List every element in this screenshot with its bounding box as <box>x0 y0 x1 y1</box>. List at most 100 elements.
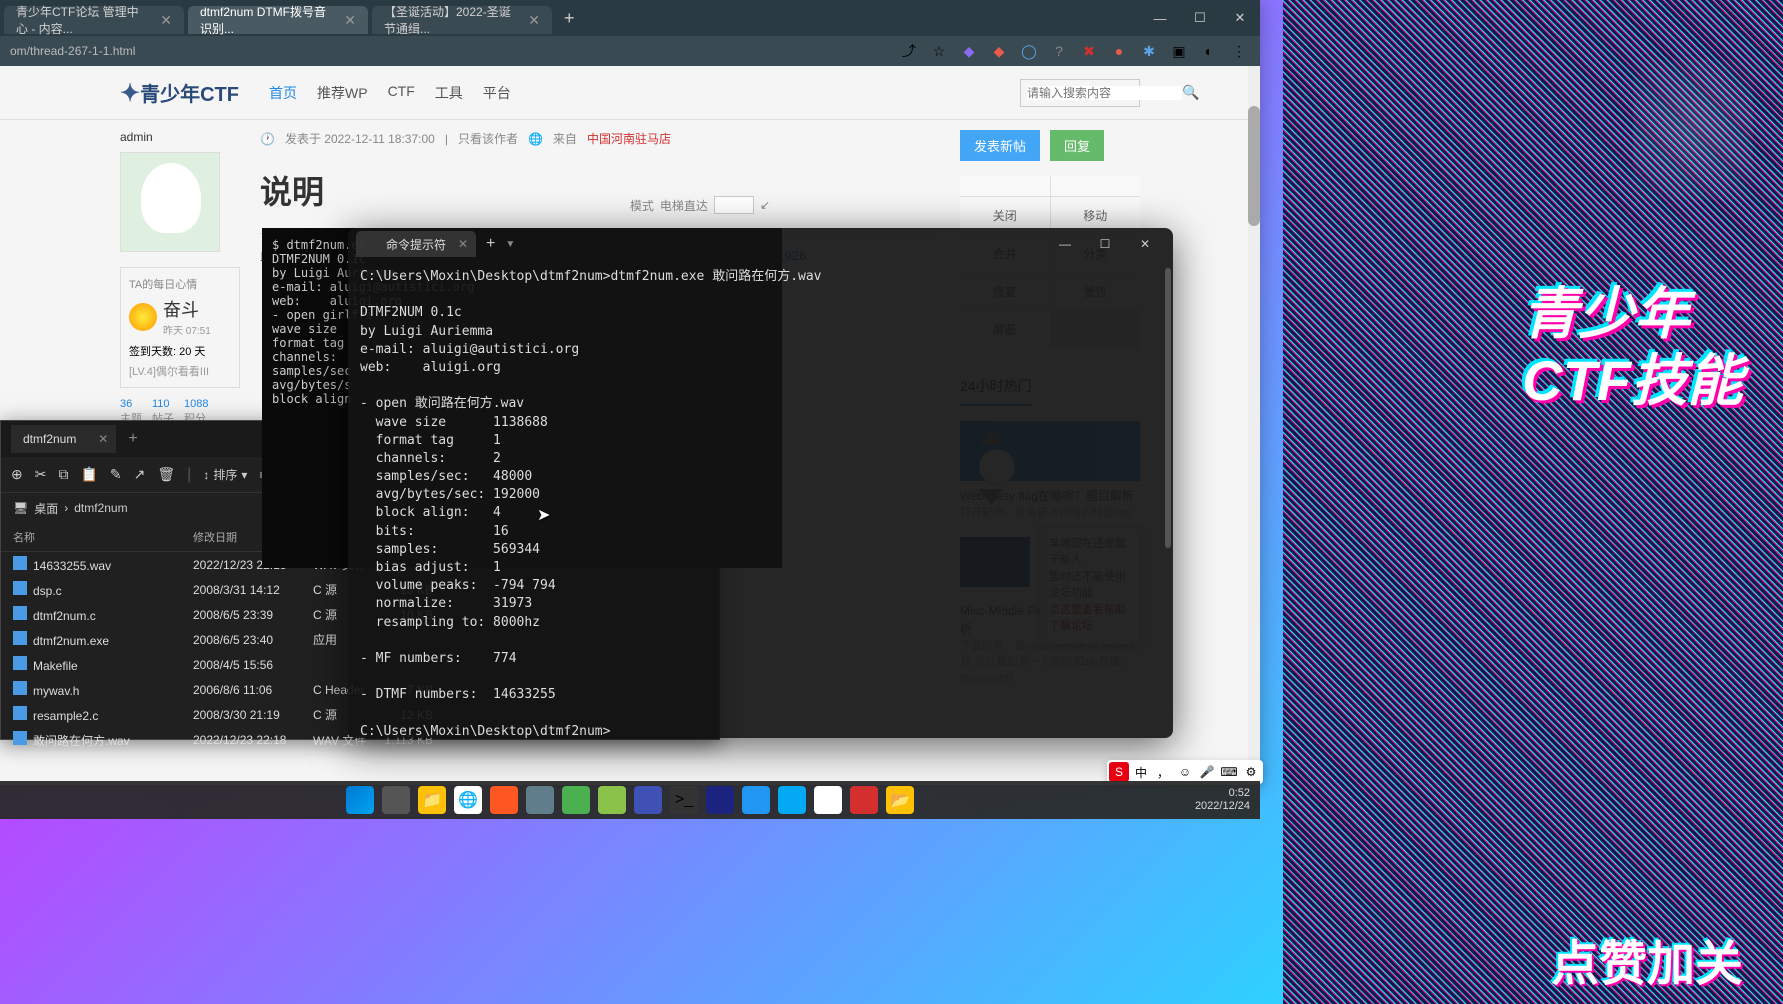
extension-icon[interactable]: ◯ <box>1018 40 1040 62</box>
ime-logo[interactable]: S <box>1109 762 1129 782</box>
extension-icon[interactable]: ✱ <box>1138 40 1160 62</box>
file-icon <box>13 606 27 620</box>
profile-icon[interactable]: ◐ <box>1198 40 1220 62</box>
avatar[interactable] <box>120 152 220 252</box>
ime-voice-icon[interactable]: 🎤 <box>1197 762 1217 782</box>
url-field[interactable]: om/thread-267-1-1.html <box>10 44 898 58</box>
scrollbar-thumb[interactable] <box>1165 268 1171 548</box>
delete-icon[interactable]: 🗑 <box>157 466 175 483</box>
app-icon[interactable] <box>598 786 626 814</box>
share-icon[interactable]: ⤴ <box>898 40 920 62</box>
extension-icon[interactable]: ? <box>1048 40 1070 62</box>
desktop-icon: 🖥 <box>13 501 28 515</box>
notepad-icon[interactable] <box>778 786 806 814</box>
app-icon[interactable] <box>814 786 842 814</box>
cut-icon[interactable]: ✂ <box>35 466 47 483</box>
reply-button[interactable]: 回复 <box>1050 130 1104 161</box>
file-icon <box>13 631 27 645</box>
file-icon <box>13 656 27 670</box>
browser-tab-0[interactable]: 青少年CTF论坛 管理中心 - 内容... ✕ <box>4 6 184 34</box>
nav-platform[interactable]: 平台 <box>483 83 511 103</box>
search-icon[interactable]: 🔍 <box>1182 84 1199 101</box>
start-button[interactable] <box>346 786 374 814</box>
floor-input[interactable] <box>714 196 754 214</box>
browser-tab-2[interactable]: 【圣诞活动】2022-圣诞节通缉... ✕ <box>372 6 552 34</box>
taskview-icon[interactable] <box>382 786 410 814</box>
app-icon[interactable]: 📂 <box>886 786 914 814</box>
mood-icon <box>129 303 157 331</box>
maximize-button[interactable]: ☐ <box>1085 228 1125 260</box>
ime-lang[interactable]: 中 <box>1131 762 1151 782</box>
ime-keyboard-icon[interactable]: ⌨ <box>1219 762 1239 782</box>
new-tab-button[interactable]: + <box>476 235 505 253</box>
explorer-tab[interactable]: dtmf2num ✕ <box>11 425 116 453</box>
address-bar: om/thread-267-1-1.html ⤴ ☆ ◆ ◆ ◯ ? ✖ ● ✱… <box>0 36 1260 66</box>
app-icon[interactable] <box>634 786 662 814</box>
terminal-tab[interactable]: 命令提示符 ✕ <box>356 231 476 257</box>
promo-bottom: 点赞加关 <box>1551 924 1743 994</box>
nav-wp[interactable]: 推荐WP <box>317 83 368 103</box>
sidebar-icon[interactable]: ▣ <box>1168 40 1190 62</box>
side-action[interactable] <box>1051 176 1141 196</box>
share-icon[interactable]: ↗ <box>134 466 146 483</box>
extension-icon[interactable]: ● <box>1108 40 1130 62</box>
nav-ctf[interactable]: CTF <box>388 83 415 103</box>
file-icon <box>13 581 27 595</box>
rename-icon[interactable]: ✎ <box>110 466 122 483</box>
paste-icon[interactable]: 📋 <box>80 466 97 483</box>
app-icon[interactable] <box>526 786 554 814</box>
tab-dropdown-icon[interactable]: ▼ <box>505 239 515 250</box>
wechat-icon[interactable] <box>562 786 590 814</box>
go-icon[interactable]: ↙ <box>760 198 770 212</box>
new-tab-button[interactable]: + <box>116 430 149 448</box>
nav-home[interactable]: 首页 <box>269 83 297 103</box>
app-icon[interactable] <box>850 786 878 814</box>
ime-settings-icon[interactable]: ⚙ <box>1241 762 1261 782</box>
close-icon[interactable]: ✕ <box>458 237 468 251</box>
terminal-icon[interactable]: >_ <box>670 786 698 814</box>
terminal-output[interactable]: C:\Users\Moxin\Desktop\dtmf2num>dtmf2num… <box>348 260 1173 749</box>
extension-icon[interactable]: ◆ <box>988 40 1010 62</box>
new-post-button[interactable]: 发表新帖 <box>960 130 1040 161</box>
close-button[interactable]: ✕ <box>1125 228 1165 260</box>
ime-punct-icon[interactable]: ， <box>1153 762 1173 782</box>
scrollbar-thumb[interactable] <box>1248 106 1260 226</box>
extension-icon[interactable]: ✖ <box>1078 40 1100 62</box>
mood-box: TA的每日心情 奋斗 昨天 07:51 签到天数: 20 天 [LV.4]偶尔看… <box>120 267 240 388</box>
minimize-button[interactable]: — <box>1140 0 1180 36</box>
new-tab-button[interactable]: + <box>552 8 587 29</box>
scrollbar[interactable] <box>1248 66 1260 785</box>
steam-icon[interactable] <box>706 786 734 814</box>
file-icon <box>13 681 27 695</box>
sort-button[interactable]: ↕ 排序 ▾ <box>203 466 247 483</box>
explorer-icon[interactable]: 📁 <box>418 786 446 814</box>
author-name[interactable]: admin <box>120 130 240 144</box>
side-action[interactable] <box>960 176 1050 196</box>
copy-icon[interactable]: ⧉ <box>58 466 68 483</box>
site-logo[interactable]: ✦青少年CTF <box>120 78 239 108</box>
file-icon <box>13 706 27 720</box>
close-icon[interactable]: ✕ <box>528 12 540 29</box>
clock-icon: 🕐 <box>260 132 275 146</box>
search-input[interactable] <box>1027 86 1182 100</box>
star-icon[interactable]: ☆ <box>928 40 950 62</box>
ime-emoji-icon[interactable]: ☺ <box>1175 762 1195 782</box>
extension-icon[interactable]: ◆ <box>958 40 980 62</box>
close-button[interactable]: ✕ <box>1220 0 1260 36</box>
close-icon[interactable]: ✕ <box>98 432 108 446</box>
browser-tab-1[interactable]: dtmf2num DTMF拨号音识别... ✕ <box>188 6 368 34</box>
promo-text: 青少年 CTF技能 <box>1522 280 1743 414</box>
minimize-button[interactable]: — <box>1045 228 1085 260</box>
file-icon <box>13 556 27 570</box>
close-icon[interactable]: ✕ <box>344 12 356 29</box>
menu-icon[interactable]: ⋮ <box>1228 40 1250 62</box>
close-icon[interactable]: ✕ <box>160 12 172 29</box>
chrome-icon[interactable]: 🌐 <box>454 786 482 814</box>
app-icon[interactable] <box>490 786 518 814</box>
nav-tools[interactable]: 工具 <box>435 83 463 103</box>
globe-icon: 🌐 <box>528 132 543 146</box>
app-icon[interactable] <box>742 786 770 814</box>
maximize-button[interactable]: ☐ <box>1180 0 1220 36</box>
system-clock[interactable]: 0:52 2022/12/24 <box>1195 787 1250 813</box>
new-icon[interactable]: ⊕ <box>11 466 23 483</box>
